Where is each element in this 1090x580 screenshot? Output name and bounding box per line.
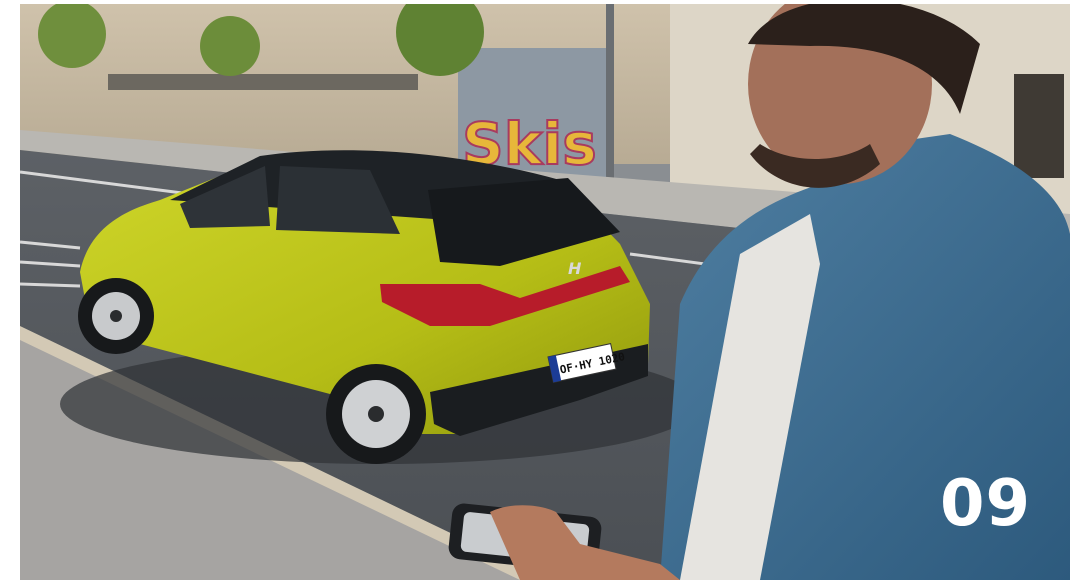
brand-logo: H: [568, 259, 582, 278]
window: [1014, 74, 1064, 178]
slide-number: 09: [940, 467, 1032, 541]
tree-crown: [200, 16, 260, 76]
rear-hub: [110, 310, 122, 322]
hero-image: Skis OF·HY 1020 H 09: [20, 4, 1070, 580]
lane-marking: [20, 282, 81, 288]
drainpipe: [606, 4, 614, 200]
front-hub: [368, 406, 384, 422]
building-stripe: [108, 74, 418, 90]
car-photo: Skis OF·HY 1020 H: [20, 4, 1070, 580]
